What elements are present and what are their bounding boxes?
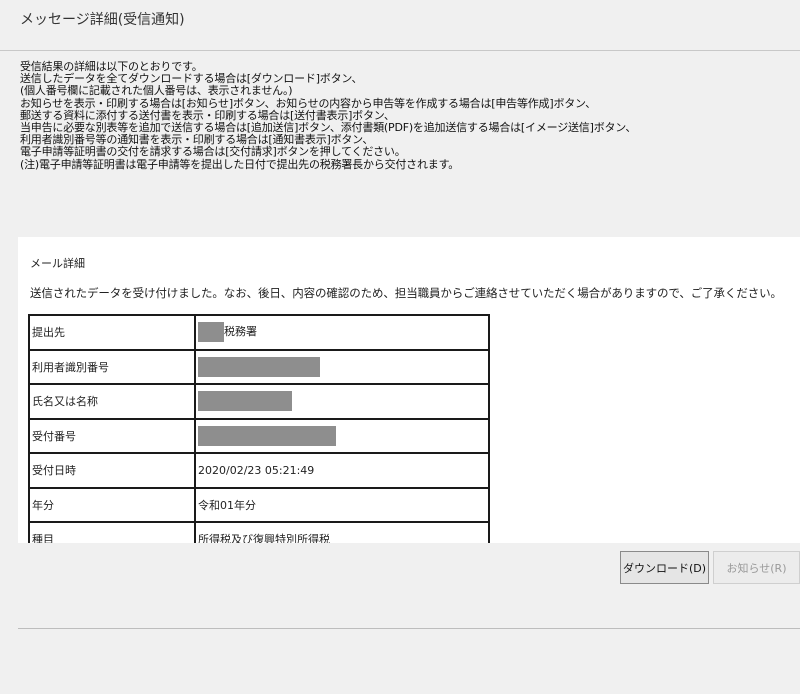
row-value: 2020/02/23 05:21:49	[194, 452, 490, 489]
bottom-divider	[18, 628, 800, 629]
window-title: メッセージ詳細(受信通知)	[20, 12, 185, 28]
mail-detail-panel[interactable]: メール詳細 送信されたデータを受け付けました。なお、後日、内容の確認のため、担当…	[18, 237, 800, 543]
row-value	[194, 383, 490, 420]
row-value: 税務署	[194, 314, 490, 351]
table-row: 受付日時 2020/02/23 05:21:49	[28, 452, 490, 489]
redacted-block	[198, 391, 292, 412]
redacted-block	[198, 322, 224, 343]
table-row: 年分 令和01年分	[28, 486, 490, 523]
table-row: 受付番号	[28, 417, 490, 454]
row-value	[194, 348, 490, 385]
title-divider	[0, 50, 800, 51]
mail-detail-heading: メール詳細	[30, 257, 85, 270]
redacted-block	[198, 356, 320, 377]
row-label: 氏名又は名称	[28, 383, 196, 420]
instructions-text: 受信結果の詳細は以下のとおりです。 送信したデータを全てダウンロードする場合は[…	[20, 60, 795, 171]
mail-detail-table: 提出先 税務署 利用者識別番号 氏名又は名称 受付番号 受付日時 2020/02…	[28, 314, 490, 543]
row-label: 利用者識別番号	[28, 348, 196, 385]
instruction-line: (注)電子申請等証明書は電子申請等を提出した日付で提出先の税務署長から交付されま…	[20, 157, 460, 171]
download-button[interactable]: ダウンロード(D)	[620, 551, 709, 584]
instruction-line: 電子申請等証明書の交付を請求する場合は[交付請求]ボタンを押してください。	[20, 145, 406, 159]
mail-message: 送信されたデータを受け付けました。なお、後日、内容の確認のため、担当職員からご連…	[30, 286, 782, 300]
row-value	[194, 417, 490, 454]
table-row: 提出先 税務署	[28, 314, 490, 351]
row-label: 提出先	[28, 314, 196, 351]
row-label: 年分	[28, 486, 196, 523]
row-label: 受付番号	[28, 417, 196, 454]
notice-button[interactable]: お知らせ(R)	[713, 551, 800, 584]
row-value: 所得税及び復興特別所得税	[194, 521, 490, 543]
instruction-line: (個人番号欄に記載された個人番号は、表示されません。)	[20, 84, 293, 98]
instruction-line: お知らせを表示・印刷する場合は[お知らせ]ボタン、お知らせの内容から申告等を作成…	[20, 96, 596, 110]
table-row: 種目 所得税及び復興特別所得税	[28, 521, 490, 543]
table-row: 氏名又は名称	[28, 383, 490, 420]
redacted-block	[198, 425, 336, 446]
office-name: 税務署	[224, 325, 257, 339]
row-label: 受付日時	[28, 452, 196, 489]
table-row: 利用者識別番号	[28, 348, 490, 385]
row-label: 種目	[28, 521, 196, 543]
row-value: 令和01年分	[194, 486, 490, 523]
